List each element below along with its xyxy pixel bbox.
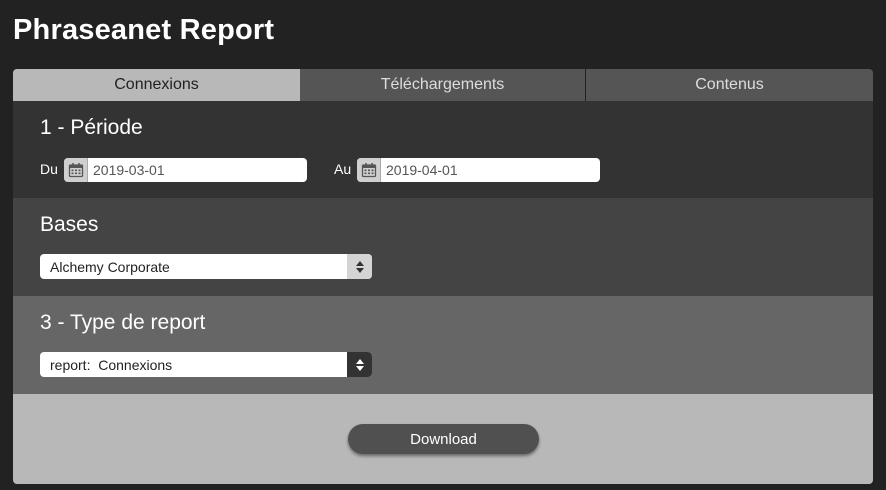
select-arrows-icon[interactable]	[347, 254, 372, 279]
tab-connexions[interactable]: Connexions	[13, 69, 300, 101]
tab-contenus[interactable]: Contenus	[586, 69, 873, 101]
bases-select-value: Alchemy Corporate	[50, 258, 170, 275]
from-date-input[interactable]	[88, 162, 298, 178]
periode-title: 1 - Période	[40, 116, 143, 139]
app-title: Phraseanet Report	[13, 14, 275, 46]
bases-title: Bases	[40, 213, 99, 236]
bases-section: Bases Alchemy Corporate	[13, 198, 873, 296]
calendar-icon[interactable]	[357, 158, 381, 182]
footer-section: Download	[13, 394, 873, 484]
type-select[interactable]: report: Connexions	[40, 352, 372, 377]
type-select-value: report: Connexions	[50, 356, 173, 373]
bases-select[interactable]: Alchemy Corporate	[40, 254, 372, 279]
type-title: 3 - Type de report	[40, 311, 206, 334]
to-date-field[interactable]	[357, 158, 600, 182]
tab-telechargements[interactable]: Téléchargements	[300, 69, 586, 101]
select-arrows-icon[interactable]	[347, 352, 372, 377]
from-label: Du	[40, 161, 58, 177]
periode-section: 1 - Période Du Au	[13, 101, 873, 198]
to-label: Au	[334, 161, 352, 177]
report-panel: Connexions Téléchargements Contenus 1 - …	[13, 69, 873, 484]
to-date-input[interactable]	[381, 162, 591, 178]
download-button[interactable]: Download	[348, 424, 539, 454]
type-section: 3 - Type de report report: Connexions	[13, 296, 873, 394]
calendar-icon[interactable]	[64, 158, 88, 182]
from-date-field[interactable]	[64, 158, 307, 182]
tab-bar: Connexions Téléchargements Contenus	[13, 69, 873, 101]
